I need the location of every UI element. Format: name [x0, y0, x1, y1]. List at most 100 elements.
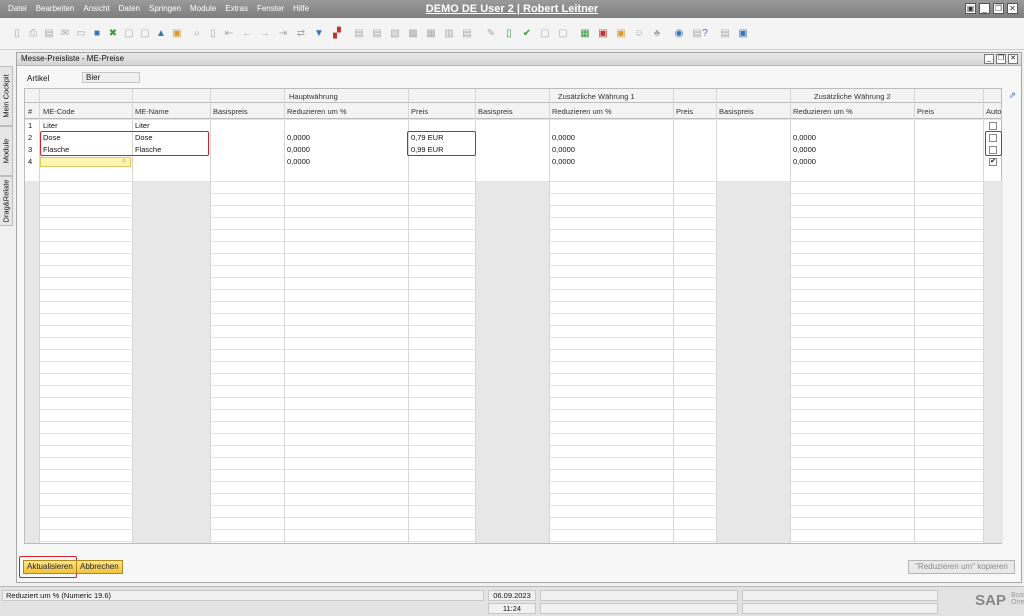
row-4-lookup-icon[interactable]: ⌕ [122, 156, 126, 166]
row-4-auto-checkbox[interactable]: ✔ [989, 158, 997, 166]
restore-icon[interactable]: ❐ [993, 3, 1004, 14]
col-header-reduzieren-1[interactable]: Reduzieren um % [287, 107, 347, 116]
row-1-auto-checkbox[interactable] [989, 122, 997, 130]
edit-icon[interactable]: ✎ [484, 27, 498, 41]
new-document-icon[interactable]: ▯ [10, 27, 24, 41]
approve-icon[interactable]: ✔ [520, 27, 534, 41]
message-icon[interactable]: ▢ [538, 27, 552, 41]
menu-module[interactable]: Module [190, 4, 216, 13]
col-header-reduzieren-2[interactable]: Reduzieren um % [552, 107, 612, 116]
base-document-icon[interactable]: ▤ [352, 27, 366, 41]
app-icon[interactable]: ▣ [965, 3, 976, 14]
add-icon[interactable]: ▯ [206, 27, 220, 41]
previous-record-icon[interactable]: ← [240, 27, 254, 41]
lock-screen-icon[interactable]: ▣ [170, 27, 184, 41]
sms-icon[interactable]: ▭ [74, 27, 88, 41]
col-header-auto[interactable]: Auto [986, 107, 1001, 116]
status-field-1 [540, 590, 738, 601]
find-icon[interactable]: ⌕ [190, 27, 204, 41]
bookmark-icon[interactable]: ▣ [596, 27, 610, 41]
menu-hilfe[interactable]: Hilfe [293, 4, 309, 13]
excel-export-icon[interactable]: ✖ [106, 27, 120, 41]
layout-designer-icon[interactable]: ▧ [388, 27, 402, 41]
sort-icon[interactable]: ▞ [330, 27, 344, 41]
help-icon[interactable]: ? [698, 27, 712, 41]
print-preview-icon[interactable]: ▤ [42, 27, 56, 41]
row-2-reduzieren-2[interactable]: 0,0000 [552, 132, 575, 144]
save-icon[interactable]: ■ [90, 27, 104, 41]
col-header-reduzieren-3[interactable]: Reduzieren um % [793, 107, 853, 116]
word-export-icon[interactable]: ▢ [122, 27, 136, 41]
refresh-icon[interactable]: ⇄ [294, 27, 308, 41]
next-record-icon[interactable]: → [258, 27, 272, 41]
org-chart-icon[interactable]: ♣ [650, 27, 664, 41]
row-4-reduzieren-1[interactable]: 0,0000 [287, 156, 310, 168]
col-header-basispreis-3[interactable]: Basispreis [719, 107, 754, 116]
row-4-me-code-input[interactable] [40, 157, 131, 167]
email-icon[interactable]: ✉ [58, 27, 72, 41]
artikel-field[interactable]: Bier [82, 72, 140, 83]
alert-icon[interactable]: ▢ [556, 27, 570, 41]
cancel-button[interactable]: Abbrechen [76, 560, 123, 574]
menu-fenster[interactable]: Fenster [257, 4, 284, 13]
row-2-reduzieren-1[interactable]: 0,0000 [287, 132, 310, 144]
print-icon[interactable]: ⎙ [26, 27, 40, 41]
form-close-icon[interactable]: ✕ [1008, 54, 1018, 64]
form-restore-icon[interactable]: ❐ [996, 54, 1006, 64]
col-header-basispreis-2[interactable]: Basispreis [478, 107, 513, 116]
filter-icon[interactable]: ▼ [312, 27, 326, 41]
pdf-export-icon[interactable]: ▢ [138, 27, 152, 41]
expand-arrow-icon[interactable]: ⇗ [1008, 90, 1016, 101]
group-header-waehrung1: Zusätzliche Währung 1 [558, 92, 635, 101]
menu-ansicht[interactable]: Ansicht [83, 4, 109, 13]
minimize-icon[interactable]: _ [979, 3, 990, 14]
first-record-icon[interactable]: ⇤ [222, 27, 236, 41]
user-icon[interactable]: ☺ [632, 27, 646, 41]
col-header-number[interactable]: # [28, 107, 32, 116]
col-header-basispreis-1[interactable]: Basispreis [213, 107, 248, 116]
col-header-preis-1[interactable]: Preis [411, 107, 428, 116]
row-3-reduzieren-3[interactable]: 0,0000 [793, 144, 816, 156]
menu-bearbeiten[interactable]: Bearbeiten [36, 4, 75, 13]
status-field-3 [742, 590, 938, 601]
side-tab-module[interactable]: Module [0, 126, 13, 176]
chart-icon[interactable]: ▦ [424, 27, 438, 41]
launch-app-icon[interactable]: ▲ [154, 27, 168, 41]
row-4-reduzieren-3[interactable]: 0,0000 [793, 156, 816, 168]
gross-profit-icon[interactable]: ▩ [406, 27, 420, 41]
menu-bar: Datei Bearbeiten Ansicht Daten Springen … [8, 4, 309, 13]
row-1-number: 1 [28, 121, 33, 130]
artikel-label: Artikel [27, 74, 50, 83]
menu-datei[interactable]: Datei [8, 4, 27, 13]
row-4-number: 4 [28, 157, 33, 166]
side-tab-cockpit[interactable]: Mein Cockpit [0, 66, 13, 126]
web-icon[interactable]: ◉ [672, 27, 686, 41]
col-header-me-code[interactable]: ME-Code [43, 107, 75, 116]
menu-extras[interactable]: Extras [225, 4, 248, 13]
price-list-form: Messe-Preisliste - ME-Preise _ ❐ ✕ Artik… [16, 52, 1022, 583]
row-4-reduzieren-2[interactable]: 0,0000 [552, 156, 575, 168]
row-2-reduzieren-3[interactable]: 0,0000 [793, 132, 816, 144]
copy-reduce-button[interactable]: "Reduzieren um" kopieren [908, 560, 1015, 574]
calendar-icon[interactable]: ▦ [578, 27, 592, 41]
target-document-icon[interactable]: ▤ [370, 27, 384, 41]
report-icon[interactable]: ▣ [614, 27, 628, 41]
uom-price-grid[interactable]: Hauptwährung Zusätzliche Währung 1 Zusät… [24, 88, 1003, 544]
row-3-reduzieren-1[interactable]: 0,0000 [287, 144, 310, 156]
drag-relate-icon[interactable]: ▣ [736, 27, 750, 41]
row-3-reduzieren-2[interactable]: 0,0000 [552, 144, 575, 156]
trans-journal-icon[interactable]: ▤ [460, 27, 474, 41]
form-minimize-icon[interactable]: _ [984, 54, 994, 64]
add-activity-icon[interactable]: ▯ [502, 27, 516, 41]
last-record-icon[interactable]: ⇥ [276, 27, 290, 41]
col-header-me-name[interactable]: ME-Name [135, 107, 169, 116]
close-icon[interactable]: ✕ [1007, 3, 1018, 14]
menu-springen[interactable]: Springen [149, 4, 181, 13]
highlight-update-button [19, 556, 77, 578]
col-header-preis-3[interactable]: Preis [917, 107, 934, 116]
notes-icon[interactable]: ▤ [718, 27, 732, 41]
settings-icon[interactable]: ▥ [442, 27, 456, 41]
side-tab-drag-relate[interactable]: Drag&Relate [0, 176, 13, 226]
menu-daten[interactable]: Daten [119, 4, 140, 13]
col-header-preis-2[interactable]: Preis [676, 107, 693, 116]
